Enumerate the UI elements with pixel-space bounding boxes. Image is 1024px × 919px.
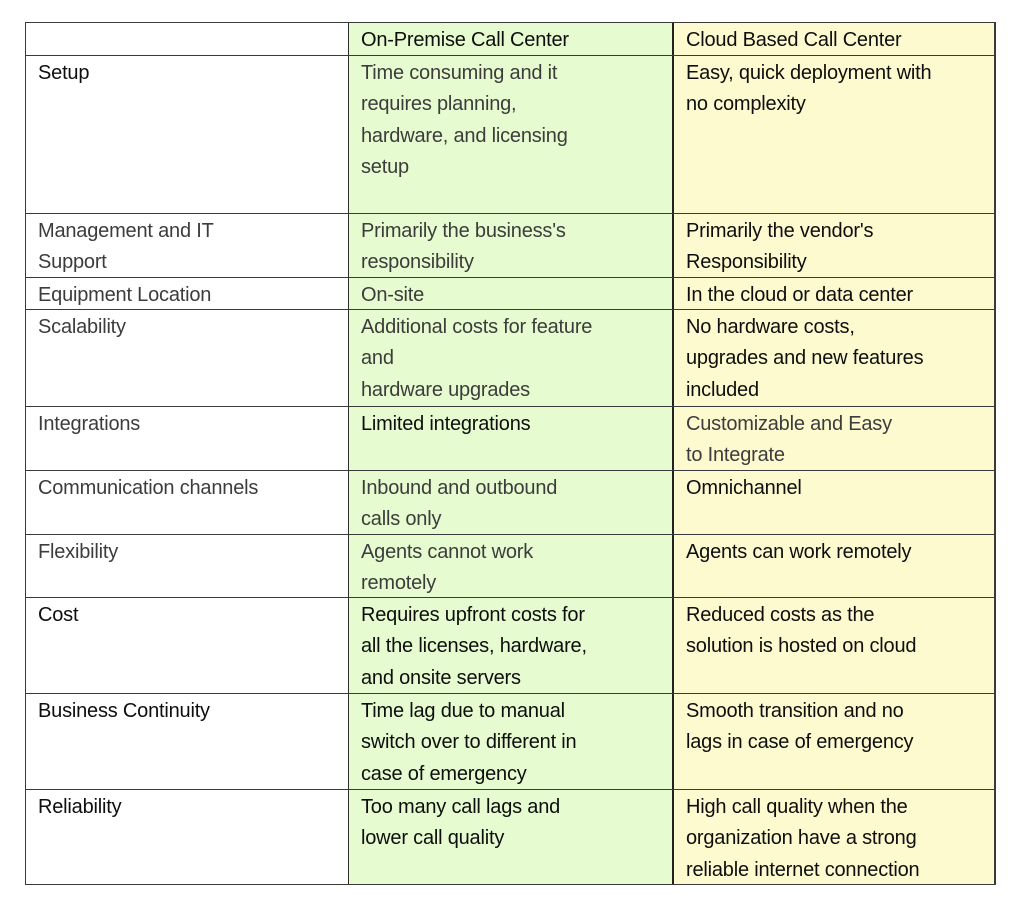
cloud-cell: Reduced costs as the solution is hosted … (672, 598, 996, 693)
cloud-cell: Primarily the vendor's Responsibility (672, 214, 996, 277)
table-row-reliability: Reliability Too many call lags and lower… (25, 790, 996, 885)
row-label: Setup (25, 56, 348, 213)
on-premise-cell: On-site (348, 278, 672, 309)
on-premise-cell: Too many call lags and lower call qualit… (348, 790, 672, 884)
on-premise-cell: Additional costs for feature and hardwar… (348, 310, 672, 406)
row-label: Communication channels (25, 471, 348, 534)
row-label: Management and IT Support (25, 214, 348, 277)
comparison-table: On-Premise Call Center Cloud Based Call … (25, 22, 996, 885)
row-label: Scalability (25, 310, 348, 406)
on-premise-cell: Agents cannot work remotely (348, 535, 672, 597)
header-on-premise: On-Premise Call Center (348, 23, 672, 55)
cloud-cell: In the cloud or data center (672, 278, 996, 309)
cloud-cell: Agents can work remotely (672, 535, 996, 597)
row-label: Flexibility (25, 535, 348, 597)
on-premise-cell: Primarily the business's responsibility (348, 214, 672, 277)
on-premise-cell: Time lag due to manual switch over to di… (348, 694, 672, 789)
header-cloud: Cloud Based Call Center (672, 23, 996, 55)
header-row-label (25, 23, 348, 55)
row-label: Cost (25, 598, 348, 693)
row-label: Business Continuity (25, 694, 348, 789)
cloud-cell: Customizable and Easy to Integrate (672, 407, 996, 470)
table-row-integrations: Integrations Limited integrations Custom… (25, 407, 996, 471)
table-header-row: On-Premise Call Center Cloud Based Call … (25, 22, 996, 56)
cloud-cell: Smooth transition and no lags in case of… (672, 694, 996, 789)
table-row-scalability: Scalability Additional costs for feature… (25, 310, 996, 407)
table-row-management: Management and IT Support Primarily the … (25, 214, 996, 278)
table-row-cost: Cost Requires upfront costs for all the … (25, 598, 996, 694)
cloud-cell: Omnichannel (672, 471, 996, 534)
on-premise-cell: Inbound and outbound calls only (348, 471, 672, 534)
table-row-equipment-location: Equipment Location On-site In the cloud … (25, 278, 996, 310)
on-premise-cell: Limited integrations (348, 407, 672, 470)
row-label: Equipment Location (25, 278, 348, 309)
on-premise-cell: Time consuming and it requires planning,… (348, 56, 672, 213)
table-row-business-continuity: Business Continuity Time lag due to manu… (25, 694, 996, 790)
cloud-cell: Easy, quick deployment with no complexit… (672, 56, 996, 213)
table-row-flexibility: Flexibility Agents cannot work remotely … (25, 535, 996, 598)
row-label: Reliability (25, 790, 348, 884)
table-row-communication-channels: Communication channels Inbound and outbo… (25, 471, 996, 535)
cloud-cell: No hardware costs, upgrades and new feat… (672, 310, 996, 406)
table-row-setup: Setup Time consuming and it requires pla… (25, 56, 996, 214)
on-premise-cell: Requires upfront costs for all the licen… (348, 598, 672, 693)
row-label: Integrations (25, 407, 348, 470)
cloud-cell: High call quality when the organization … (672, 790, 996, 884)
